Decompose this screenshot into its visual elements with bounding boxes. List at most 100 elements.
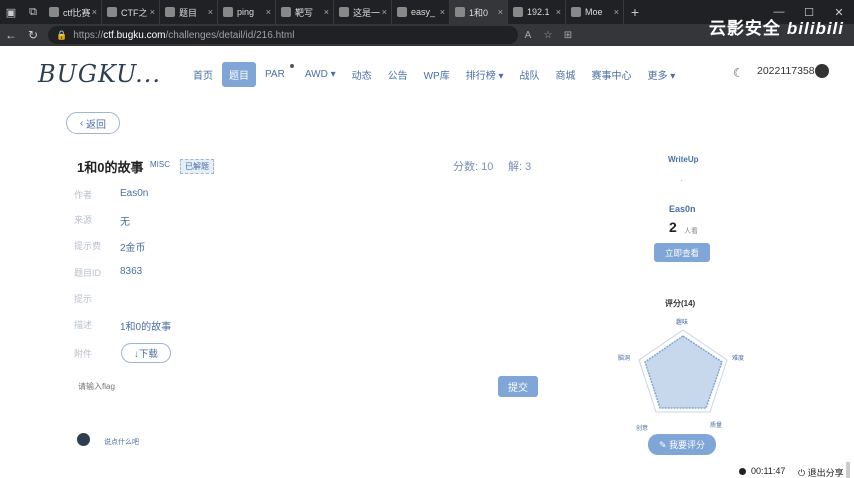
source-row: 来源 无	[74, 213, 130, 228]
browser-tab[interactable]: 1和0 ×	[450, 0, 508, 24]
browser-tab[interactable]: 靶写 ×	[276, 0, 334, 24]
radar-label-4: 脑洞	[618, 354, 630, 362]
cost-label: 提示费	[74, 241, 102, 251]
avatar[interactable]	[815, 64, 829, 78]
url-prefix: https://	[73, 29, 104, 41]
comment-input[interactable]: 说点什么吧	[104, 437, 139, 447]
description-row: 描述 1和0的故事	[74, 318, 171, 333]
nav-item[interactable]: 首页	[186, 62, 220, 87]
browser-tab[interactable]: 这是一 ×	[334, 0, 392, 24]
view-writeup-button[interactable]: 立即查看	[654, 243, 710, 262]
tab-favicon-icon	[513, 7, 523, 17]
url-field[interactable]: 🔒 https://ctf.bugku.com/challenges/detai…	[48, 26, 518, 44]
site-logo[interactable]: BUGKU...	[38, 60, 161, 88]
challenge-title: 1和0的故事	[77, 160, 144, 175]
writeup-author-icon: ·	[680, 176, 683, 185]
browser-tab[interactable]: Moe ×	[566, 0, 624, 24]
browser-tab[interactable]: CTF之 ×	[102, 0, 160, 24]
attachment-label: 附件	[74, 349, 93, 359]
tab-close-icon[interactable]: ×	[556, 7, 561, 17]
tab-close-icon[interactable]: ×	[92, 7, 97, 17]
read-aloud-icon[interactable]: A	[518, 30, 538, 41]
browser-tab[interactable]: 题目 ×	[160, 0, 218, 24]
radar-label-0: 趣味	[676, 318, 688, 326]
back-label: 返回	[86, 119, 107, 131]
rating-title: 评分(14)	[665, 299, 696, 308]
tab-label: Moe	[585, 7, 603, 17]
nav-badge-dot	[289, 63, 294, 68]
nav-item[interactable]: 排行榜 ▾	[459, 62, 511, 87]
writeup-unit: 人看	[684, 228, 698, 235]
nav-item[interactable]: WP库	[417, 62, 457, 87]
nav-item[interactable]: AWD ▾	[298, 64, 343, 85]
browser-tab[interactable]: ctf比赛 ×	[44, 0, 102, 24]
workspace-icon[interactable]: ▣	[0, 0, 22, 24]
username[interactable]: 2022117358	[757, 65, 815, 77]
refresh-icon[interactable]: ↻	[22, 28, 44, 42]
rate-button[interactable]: ✎ 我要评分	[648, 434, 716, 455]
nav-item[interactable]: 商城	[549, 62, 583, 87]
tab-close-icon[interactable]: ×	[498, 7, 503, 17]
nav-item[interactable]: 动态	[345, 62, 379, 87]
tab-label: 192.1	[527, 7, 550, 17]
source-value: 无	[120, 217, 130, 228]
browser-tab[interactable]: easy_ ×	[392, 0, 450, 24]
nav-item[interactable]: 战队	[513, 62, 547, 87]
nav-item[interactable]: 公告	[381, 62, 415, 87]
tab-favicon-icon	[49, 7, 59, 17]
video-watermark: 云影安全 bilibili	[709, 14, 844, 39]
exit-share-button[interactable]: ⏻ 退出分享	[798, 466, 844, 478]
tab-label: ping	[237, 7, 255, 17]
tab-close-icon[interactable]: ×	[150, 7, 155, 17]
favorite-icon[interactable]: ☆	[538, 30, 558, 41]
exit-share-label: 退出分享	[807, 468, 844, 478]
tab-label: 靶写	[295, 7, 314, 18]
submit-button[interactable]: 提交	[498, 376, 538, 397]
category-tag: MISC	[150, 160, 170, 169]
watermark-text: 云影安全	[708, 19, 781, 38]
back-button[interactable]: ‹ 返回	[66, 112, 120, 134]
scrollbar[interactable]	[846, 462, 850, 478]
back-arrow-icon[interactable]: ←	[0, 28, 22, 42]
rating-radar-chart: 趣味 难度 质量 创意 脑洞	[618, 318, 744, 432]
new-tab-button[interactable]: +	[624, 4, 646, 20]
radar-label-3: 创意	[636, 424, 648, 432]
download-button[interactable]: ↓下载	[121, 343, 171, 363]
tab-close-icon[interactable]: ×	[440, 7, 445, 17]
tab-favicon-icon	[107, 7, 117, 17]
tab-close-icon[interactable]: ×	[266, 7, 271, 17]
lock-icon: 🔒	[56, 29, 68, 40]
author-label: 作者	[74, 190, 93, 200]
nav-item[interactable]: 更多 ▾	[641, 62, 683, 87]
tab-label: ctf比赛	[63, 7, 91, 18]
source-label: 来源	[74, 215, 93, 225]
tab-favicon-icon	[397, 7, 407, 17]
score-label: 分数: 10	[453, 161, 494, 173]
recording-timer: 00:11:47	[739, 466, 785, 476]
tab-close-icon[interactable]: ×	[324, 7, 329, 17]
rating-area	[644, 335, 723, 409]
collections-icon[interactable]: ⊞	[558, 30, 578, 41]
cost-value: 2金币	[120, 243, 146, 254]
attachment-row: 附件	[74, 347, 120, 360]
site-header: BUGKU... 首页 题目 PAR AWD ▾ 动态 公告 WP库 排行榜 ▾ 战队 商城 赛事中…	[0, 46, 854, 98]
tab-actions-icon[interactable]: ⧉	[22, 0, 44, 24]
nav-item[interactable]: 题目	[222, 62, 256, 87]
tab-label: easy_	[411, 7, 436, 17]
nav-item[interactable]: PAR	[258, 64, 292, 85]
tab-label: 这是一	[353, 7, 381, 18]
dark-mode-icon[interactable]: ☾	[733, 66, 744, 80]
browser-tab[interactable]: 192.1 ×	[508, 0, 566, 24]
tab-close-icon[interactable]: ×	[382, 7, 387, 17]
tab-close-icon[interactable]: ×	[614, 7, 619, 17]
tab-favicon-icon	[281, 7, 291, 17]
browser-tab[interactable]: ping ×	[218, 0, 276, 24]
flag-input[interactable]	[78, 377, 488, 395]
tab-close-icon[interactable]: ×	[208, 7, 213, 17]
tab-label: 1和0	[469, 7, 489, 18]
nav-item[interactable]: 赛事中心	[585, 62, 639, 87]
description-label: 描述	[74, 320, 93, 330]
main-nav: 首页 题目 PAR AWD ▾ 动态 公告 WP库 排行榜 ▾ 战队 商城 赛事中心 更多 ▾	[186, 62, 684, 87]
writeup-author[interactable]: Eas0n	[669, 204, 696, 214]
author-row: 作者 Eas0n	[74, 188, 148, 201]
